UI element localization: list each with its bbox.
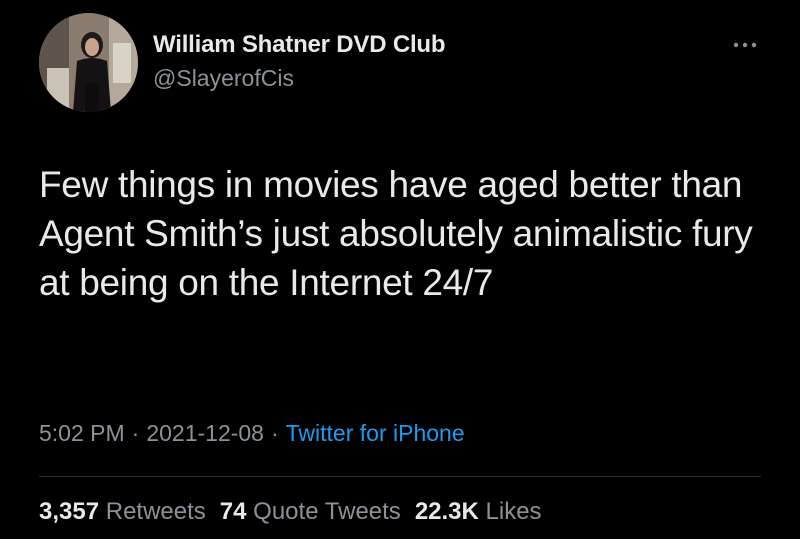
tweet-date[interactable]: 2021-12-08 — [146, 420, 264, 446]
tweet-text: Few things in movies have aged better th… — [39, 164, 753, 303]
tweet-card: William Shatner DVD Club @SlayerofCis Fe… — [0, 0, 800, 539]
quote-tweets-stat[interactable]: 74 Quote Tweets — [220, 498, 401, 525]
retweets-count: 3,357 — [39, 498, 100, 525]
retweets-stat[interactable]: 3,357 Retweets — [39, 498, 206, 525]
more-options-icon[interactable] — [728, 38, 762, 52]
quote-tweets-count: 74 — [219, 498, 247, 525]
meta-separator: · — [270, 420, 279, 446]
tweet-time[interactable]: 5:02 PM — [39, 420, 125, 446]
avatar[interactable] — [39, 13, 138, 112]
retweets-label: Retweets — [105, 498, 206, 525]
quote-tweets-label: Quote Tweets — [253, 498, 401, 525]
author-display-name[interactable]: William Shatner DVD Club — [153, 31, 446, 59]
tweet-source-link[interactable]: Twitter for iPhone — [286, 420, 465, 446]
likes-label: Likes — [485, 498, 542, 525]
divider — [39, 476, 761, 477]
likes-count: 22.3K — [414, 498, 479, 525]
profile-photo-icon — [39, 13, 138, 112]
tweet-stats: 3,357 Retweets 74 Quote Tweets 22.3K Likes — [39, 498, 556, 526]
meta-separator: · — [131, 420, 140, 446]
tweet-meta: 5:02 PM · 2021-12-08 · Twitter for iPhone — [39, 420, 465, 447]
author-handle[interactable]: @SlayerofCis — [153, 65, 294, 92]
likes-stat[interactable]: 22.3K Likes — [415, 498, 542, 525]
